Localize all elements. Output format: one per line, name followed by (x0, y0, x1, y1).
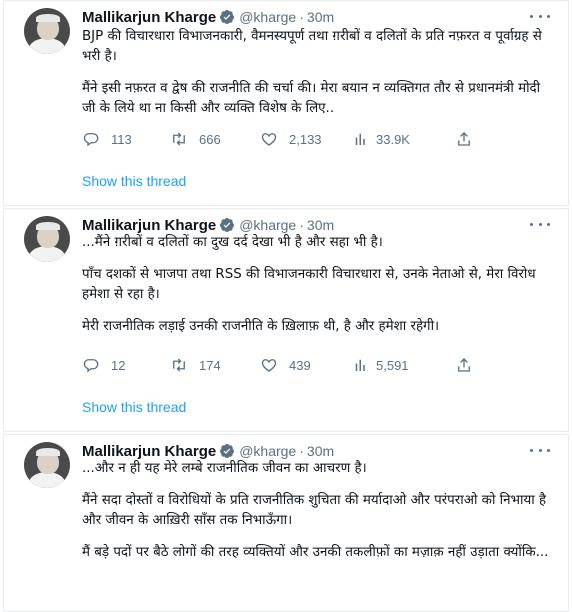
tweet[interactable]: Mallikarjun Kharge @kharge · 30m ...और न… (3, 434, 569, 612)
reply-icon (83, 133, 99, 147)
tweet-paragraph: ...मैंने ग़रीबों व दलितों का दुख दर्द दे… (82, 235, 383, 250)
retweet-count: 174 (199, 357, 221, 373)
heart-icon (261, 359, 277, 372)
verified-badge-icon (220, 10, 235, 24)
tweet[interactable]: Mallikarjun Kharge @kharge · 30m ...मैंन… (3, 208, 569, 432)
retweet-button[interactable]: 666 (170, 129, 221, 149)
retweet-icon (173, 132, 185, 146)
verified-badge-icon (220, 444, 235, 458)
views-button[interactable]: 5,591 (352, 355, 409, 375)
tweet-paragraph: पाँच दशकों से भाजपा तथा RSS की विभाजनकार… (82, 267, 536, 302)
reply-count: 113 (111, 131, 132, 147)
tweet-paragraph: ...और न ही यह मेरे लम्बे राजनीतिक जीवन क… (82, 461, 367, 476)
avatar[interactable] (24, 8, 70, 54)
view-count: 33.9K (376, 131, 410, 147)
tweet-paragraph: BJP की विचारधारा विभाजनकारी, वैमनस्यपूर्… (82, 29, 542, 64)
author-name[interactable]: Mallikarjun Kharge (82, 443, 216, 460)
tweet-text: BJP की विचारधारा विभाजनकारी, वैमनस्यपूर्… (82, 27, 552, 131)
retweet-icon (173, 358, 185, 372)
reply-icon (83, 359, 99, 373)
separator-dot: · (299, 217, 304, 233)
tweet-text: ...और न ही यह मेरे लम्बे राजनीतिक जीवन क… (82, 459, 552, 575)
timestamp[interactable]: 30m (307, 9, 334, 25)
show-thread-link[interactable]: Show this thread (82, 173, 186, 189)
reply-count: 12 (111, 357, 126, 373)
author-name[interactable]: Mallikarjun Kharge (82, 217, 216, 234)
reply-button[interactable]: 12 (82, 355, 125, 375)
tweet[interactable]: Mallikarjun Kharge @kharge · 30m BJP की … (3, 0, 569, 206)
timestamp[interactable]: 30m (307, 443, 334, 459)
tweet-paragraph: मैंने सदा दोस्तों व विरोधियों के प्रति र… (82, 493, 547, 528)
like-count: 439 (289, 357, 311, 373)
views-button[interactable]: 33.9K (352, 129, 410, 149)
share-button[interactable] (455, 129, 473, 149)
tweet-paragraph: मैंने इसी नफ़रत व द्वेष की राजनीति की चर… (82, 81, 541, 116)
like-button[interactable]: 2,133 (260, 129, 322, 149)
views-bar-chart-icon (355, 359, 365, 371)
tweet-paragraph: मेरी राजनीतिक लड़ाई उनकी राजनीति के ख़िल… (82, 319, 440, 334)
view-count: 5,591 (376, 357, 409, 373)
retweet-button[interactable]: 174 (170, 355, 221, 375)
share-icon (458, 132, 470, 146)
timestamp[interactable]: 30m (307, 217, 334, 233)
more-options-icon[interactable] (530, 443, 550, 457)
tweet-paragraph: मैं बड़े पदों पर बैठे लोगों की तरह व्यक्… (82, 545, 549, 560)
reply-button[interactable]: 113 (82, 129, 132, 149)
tweet-feed: Mallikarjun Kharge @kharge · 30m BJP की … (3, 0, 569, 612)
share-icon (458, 358, 470, 372)
retweet-count: 666 (199, 131, 221, 147)
author-handle[interactable]: @kharge (239, 443, 296, 459)
more-options-icon[interactable] (530, 217, 550, 231)
author-handle[interactable]: @kharge (239, 217, 296, 233)
author-handle[interactable]: @kharge (239, 9, 296, 25)
avatar[interactable] (24, 216, 70, 262)
views-bar-chart-icon (355, 133, 365, 145)
separator-dot: · (299, 443, 304, 459)
like-button[interactable]: 439 (260, 355, 311, 375)
tweet-header: Mallikarjun Kharge @kharge · 30m (82, 7, 334, 27)
tweet-header: Mallikarjun Kharge @kharge · 30m (82, 441, 334, 461)
more-options-icon[interactable] (530, 9, 550, 23)
separator-dot: · (299, 9, 304, 25)
tweet-header: Mallikarjun Kharge @kharge · 30m (82, 215, 334, 235)
heart-icon (261, 133, 277, 146)
show-thread-link[interactable]: Show this thread (82, 399, 186, 415)
tweet-text: ...मैंने ग़रीबों व दलितों का दुख दर्द दे… (82, 233, 552, 349)
verified-badge-icon (220, 218, 235, 232)
like-count: 2,133 (289, 131, 322, 147)
share-button[interactable] (455, 355, 473, 375)
avatar[interactable] (24, 442, 70, 488)
author-name[interactable]: Mallikarjun Kharge (82, 9, 216, 26)
